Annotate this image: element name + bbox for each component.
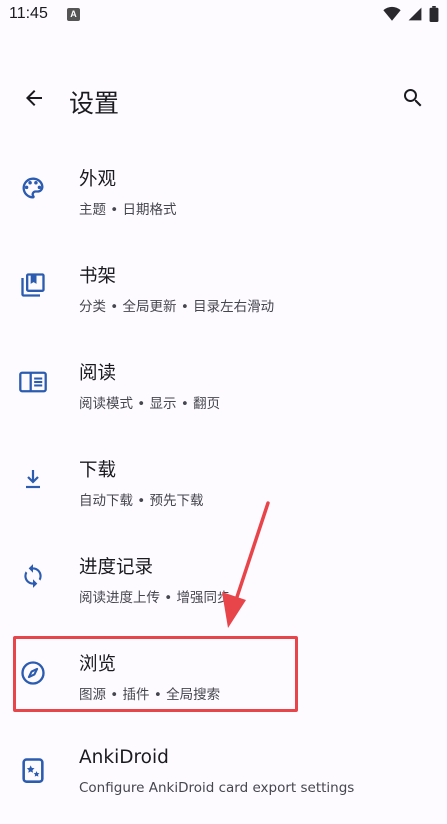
settings-item-title: 浏览 [79, 654, 117, 675]
palette-icon [18, 173, 48, 203]
cellular-signal-icon [407, 6, 423, 26]
notification-icon: A [67, 8, 80, 21]
settings-item-subtitle: 阅读模式 • 显示 • 翻页 [79, 396, 221, 412]
arrow-back-icon [22, 86, 46, 114]
settings-item-appearance[interactable]: 外观 主题 • 日期格式 [0, 145, 447, 242]
settings-item-subtitle: 自动下载 • 预先下载 [79, 493, 204, 509]
settings-item-title: 下载 [79, 460, 117, 481]
status-bar: 11:45 A [0, 0, 447, 30]
anki-icon [18, 755, 48, 785]
sync-icon [18, 561, 48, 591]
bookshelf-icon [18, 270, 48, 300]
wifi-icon [383, 6, 401, 26]
settings-list: 外观 主题 • 日期格式 书架 分类 • 全局更新 • 目录左右滑动 阅读 阅读… [0, 145, 447, 824]
back-button[interactable] [14, 80, 54, 120]
settings-item-title: 外观 [79, 169, 117, 190]
book-open-icon [18, 367, 48, 397]
search-button[interactable] [393, 80, 433, 120]
settings-item-subtitle: 阅读进度上传 • 增强同步 [79, 590, 231, 606]
app-toolbar: 设置 [0, 70, 447, 130]
status-time: 11:45 [9, 5, 48, 22]
settings-item-browse[interactable]: 浏览 图源 • 插件 • 全局搜索 [0, 630, 447, 727]
settings-item-library[interactable]: 书架 分类 • 全局更新 • 目录左右滑动 [0, 242, 447, 339]
settings-item-subtitle: Configure AnkiDroid card export settings [79, 780, 355, 796]
settings-item-ankidroid[interactable]: AnkiDroid Configure AnkiDroid card expor… [0, 727, 447, 824]
settings-item-title: 进度记录 [79, 557, 154, 578]
settings-item-downloads[interactable]: 下载 自动下载 • 预先下载 [0, 436, 447, 533]
settings-item-subtitle: 分类 • 全局更新 • 目录左右滑动 [79, 299, 275, 315]
settings-item-subtitle: 主题 • 日期格式 [79, 202, 177, 218]
settings-item-tracking[interactable]: 进度记录 阅读进度上传 • 增强同步 [0, 533, 447, 630]
settings-item-title: AnkiDroid [79, 747, 169, 768]
settings-item-title: 书架 [79, 266, 117, 287]
settings-item-reader[interactable]: 阅读 阅读模式 • 显示 • 翻页 [0, 339, 447, 436]
page-title: 设置 [69, 89, 120, 118]
settings-item-title: 阅读 [79, 363, 117, 384]
battery-icon [429, 6, 439, 26]
settings-item-subtitle: 图源 • 插件 • 全局搜索 [79, 687, 221, 703]
compass-icon [18, 658, 48, 688]
download-icon [18, 464, 48, 494]
search-icon [401, 86, 425, 114]
